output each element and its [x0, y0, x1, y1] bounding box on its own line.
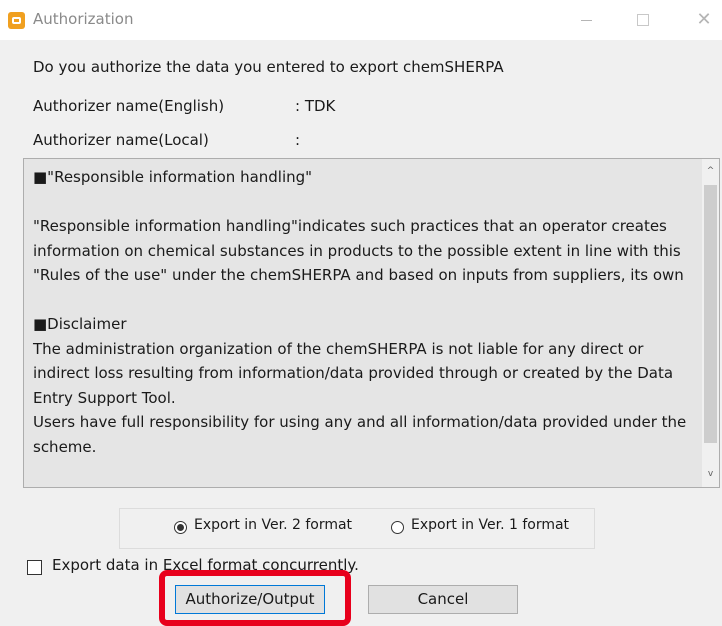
- excel-export-checkbox[interactable]: [27, 560, 42, 575]
- title-bar: Authorization ✕: [0, 0, 722, 40]
- authorizer-english-colon: : TDK: [295, 97, 336, 115]
- scroll-thumb[interactable]: [704, 185, 717, 443]
- maximize-button[interactable]: [625, 6, 661, 34]
- highlight-annotation: [159, 570, 351, 626]
- scroll-down-arrow-icon[interactable]: v: [702, 466, 719, 483]
- vertical-scrollbar[interactable]: ^ v: [702, 159, 719, 487]
- authorizer-english-label: Authorizer name(English): [33, 97, 225, 115]
- terms-text: ■"Responsible information handling" "Res…: [33, 168, 687, 456]
- scroll-up-arrow-icon[interactable]: ^: [702, 163, 719, 180]
- authorizer-local-colon: :: [295, 131, 301, 149]
- format-ver1-label[interactable]: Export in Ver. 1 format: [411, 517, 569, 533]
- export-format-group: Export in Ver. 2 format Export in Ver. 1…: [119, 508, 595, 549]
- authorization-prompt: Do you authorize the data you entered to…: [33, 58, 504, 76]
- window-title: Authorization: [33, 10, 134, 28]
- authorizer-local-label: Authorizer name(Local): [33, 131, 209, 149]
- close-button[interactable]: ✕: [686, 6, 722, 34]
- minimize-button[interactable]: [568, 6, 604, 34]
- authorizer-local-row: Authorizer name(Local) :: [33, 131, 300, 149]
- format-ver2-label[interactable]: Export in Ver. 2 format: [194, 517, 352, 533]
- format-ver1-radio[interactable]: [391, 521, 404, 534]
- authorizer-english-row: Authorizer name(English) : TDK: [33, 97, 335, 115]
- chemsherpa-app-icon: [8, 12, 25, 29]
- authorizer-english-value: TDK: [304, 97, 336, 115]
- cancel-button[interactable]: Cancel: [368, 585, 518, 614]
- format-ver2-radio[interactable]: [174, 521, 187, 534]
- terms-textbox[interactable]: ■"Responsible information handling" "Res…: [23, 158, 720, 488]
